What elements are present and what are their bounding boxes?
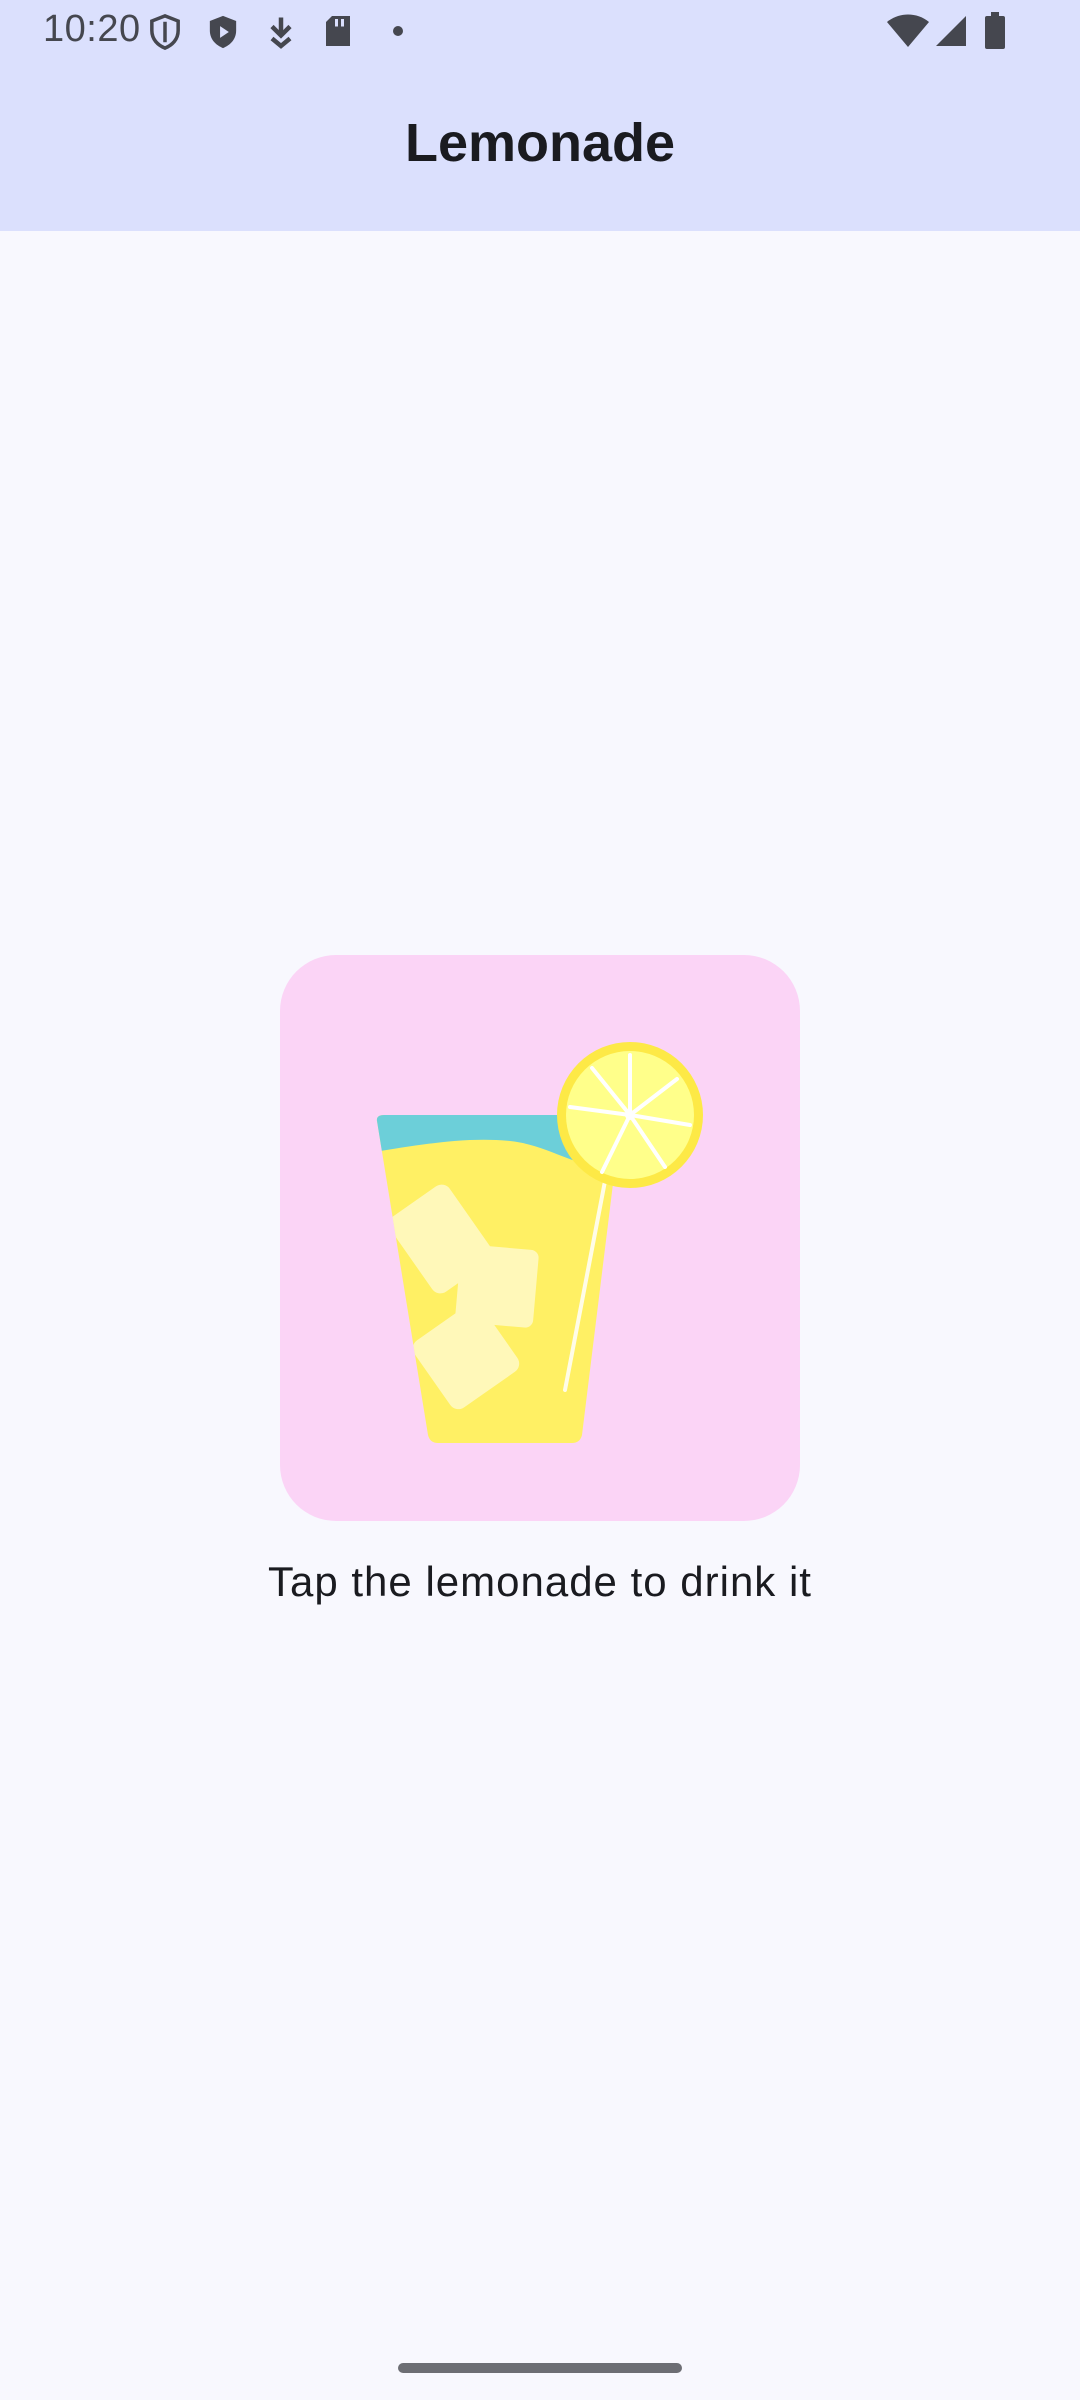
status-bar: 10:20 <box>0 0 1080 62</box>
sd-card-icon <box>326 16 350 46</box>
lemonade-glass-icon <box>376 1042 703 1443</box>
notification-dot-icon <box>393 26 403 36</box>
cellular-signal-icon <box>936 16 966 46</box>
shield-play-icon <box>209 15 237 49</box>
battery-icon <box>985 12 1005 49</box>
download-icon <box>270 17 292 49</box>
lemonade-image-button[interactable] <box>280 955 800 1521</box>
top-app-bar: Lemonade <box>0 62 1080 231</box>
status-time: 10:20 <box>43 8 141 50</box>
lemon-slice-icon <box>557 1042 703 1188</box>
home-indicator[interactable] <box>398 2363 682 2373</box>
app-title: Lemonade <box>404 113 676 173</box>
wifi-icon <box>887 14 929 47</box>
shield-outline-icon <box>150 14 180 50</box>
instruction-text: Tap the lemonade to drink it <box>268 1558 812 1605</box>
